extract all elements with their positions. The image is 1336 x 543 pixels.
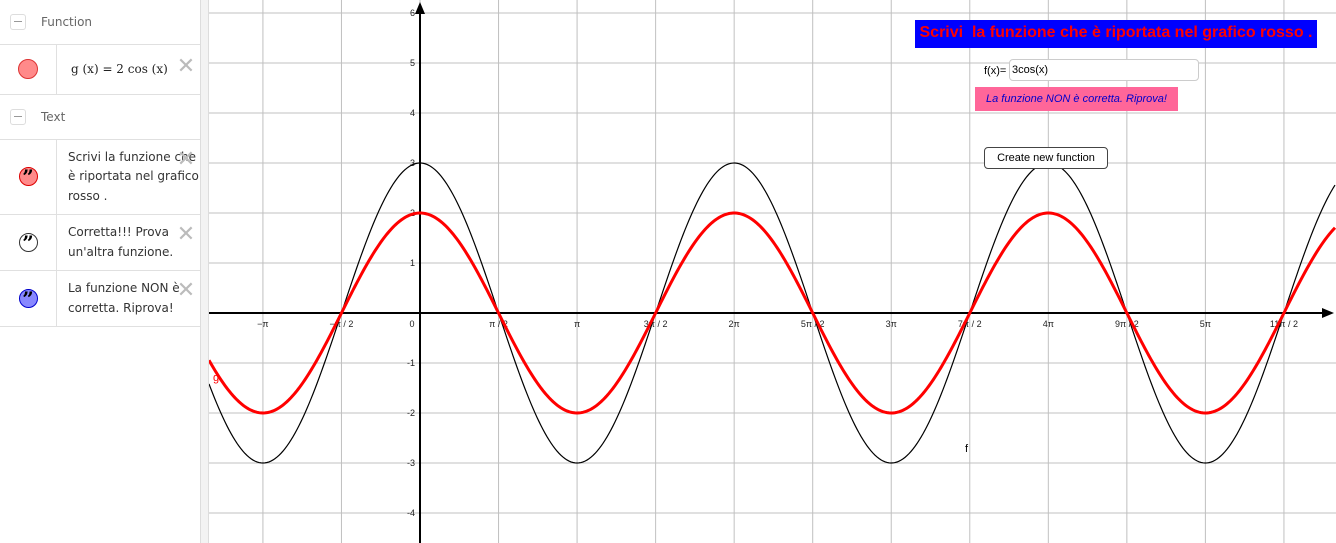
algebra-item-g[interactable]: g (x) = 2 cos (x) ✕ [0, 45, 200, 95]
input-label: f(x)= [984, 65, 1007, 77]
y-tick-label: -3 [407, 458, 415, 468]
visibility-toggle[interactable] [0, 45, 57, 94]
x-tick-label: 5π [1200, 319, 1211, 329]
group-label: Function [41, 15, 93, 29]
x-tick-label: 0 [409, 319, 414, 329]
delete-icon[interactable]: ✕ [176, 280, 196, 302]
delete-icon[interactable]: ✕ [176, 56, 196, 78]
x-axis-arrow-icon [1322, 308, 1334, 318]
y-tick-label: 1 [410, 258, 415, 268]
y-tick-label: -1 [407, 358, 415, 368]
algebra-item-text1[interactable]: ” Scrivi la funzione che è riportata nel … [0, 139, 200, 215]
y-tick-label: 6 [410, 8, 415, 18]
create-new-function-button[interactable]: Create new function [984, 147, 1108, 169]
y-tick-label: 3 [410, 158, 415, 168]
text-quote-icon: ” [18, 167, 38, 187]
group-header-function[interactable]: Function [0, 0, 200, 45]
graphics-view[interactable]: −π −π / 20π / 2 π 3π / 2 2π 5π / 2 3π 7π / 2 4π 9… [209, 0, 1336, 543]
collapse-icon[interactable] [10, 108, 26, 125]
algebra-item-text3[interactable]: ” La funzione NON è corretta. Riprova! ✕ [0, 271, 200, 327]
instruction-banner: Scrivi la funzione che è riportata nel g… [915, 20, 1317, 48]
x-tick-label: 11π / 2 [1270, 319, 1298, 329]
y-tick-label: -4 [407, 508, 415, 518]
function-input[interactable]: 3cos(x) [1009, 59, 1199, 81]
x-tick-label: −π [257, 319, 268, 329]
delete-icon[interactable]: ✕ [176, 148, 196, 170]
view-splitter[interactable] [201, 0, 209, 543]
y-tick-label: -2 [407, 408, 415, 418]
algebra-view: Function g (x) = 2 cos (x) ✕ Text ” Scrivi la… [0, 0, 201, 543]
text-quote-icon: ” [18, 233, 38, 252]
curve-label-g: g [213, 372, 219, 384]
x-tick-label: 4π [1043, 319, 1054, 329]
visibility-toggle[interactable]: ” [0, 215, 57, 270]
visibility-toggle[interactable]: ” [0, 139, 57, 214]
visibility-toggle[interactable]: ” [0, 271, 57, 326]
y-tick-label: 4 [410, 108, 415, 118]
curve-label-f: f [965, 443, 969, 455]
group-label: Text [41, 109, 66, 124]
y-axis-arrow-icon [415, 2, 425, 14]
text-quote-icon: ” [18, 289, 38, 308]
algebra-item-text2[interactable]: ” Corretta!!! Prova un'altra funzione. ✕ [0, 215, 200, 271]
y-tick-label: 5 [410, 58, 415, 68]
visibility-marble-icon [18, 59, 38, 80]
x-tick-label: 2π [729, 319, 740, 329]
x-tick-label: π [574, 319, 580, 329]
delete-icon[interactable]: ✕ [176, 224, 196, 246]
collapse-icon[interactable] [10, 14, 26, 30]
feedback-message: La funzione NON è corretta. Riprova! [975, 87, 1178, 111]
group-header-text[interactable]: Text [0, 95, 200, 140]
x-tick-label: 3π [886, 319, 897, 329]
